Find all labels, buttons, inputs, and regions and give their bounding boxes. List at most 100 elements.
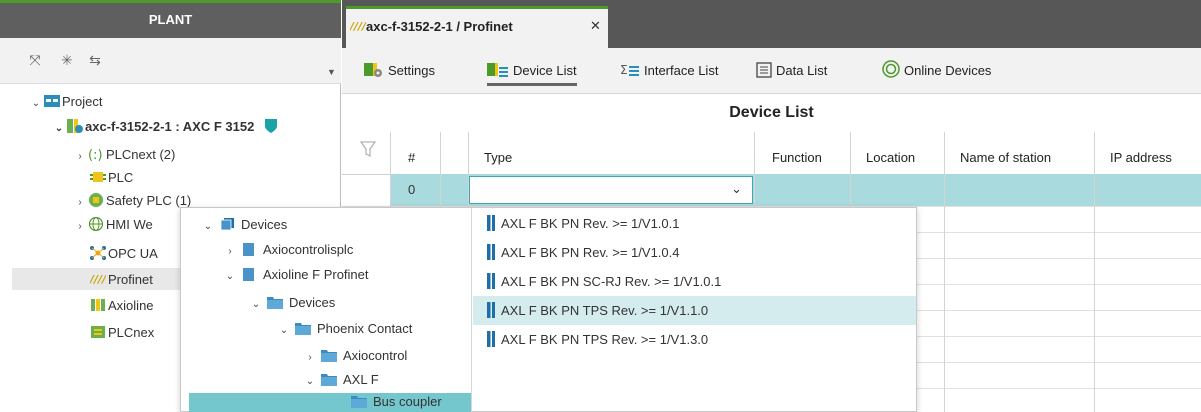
catalog-item-label: Devices — [289, 295, 336, 310]
tree-item-opc-ua[interactable]: OPC UA — [90, 243, 158, 264]
folder-icon — [267, 297, 283, 309]
filter-icon[interactable] — [360, 140, 376, 158]
profinet-icon: //// — [90, 273, 106, 286]
chevron-down-icon[interactable]: ⌄ — [249, 294, 263, 316]
device-list-button[interactable]: Device List — [487, 60, 577, 86]
plcnext-icon: (:) — [88, 148, 103, 161]
device-option-label: AXL F BK PN SC-RJ Rev. >= 1/V1.0.1 — [501, 274, 722, 289]
document-tabstrip: //// axc-f-3152-2-1 / Profinet ✕ — [342, 0, 1201, 48]
chevron-down-icon[interactable]: ⌄ — [53, 118, 65, 139]
device-option-label: AXL F BK PN Rev. >= 1/V1.0.1 — [501, 216, 680, 231]
catalog-item-axiocontrolisplc[interactable]: › Axiocontrolisplc — [223, 239, 353, 261]
chevron-right-icon[interactable]: › — [303, 347, 317, 369]
device-catalog-popup: ⌄ Devices › Axiocontrolisplc ⌄ Axioline F P… — [180, 207, 917, 412]
controller-icon — [67, 119, 83, 133]
bus-coupler-icon — [487, 215, 495, 231]
device-option[interactable]: AXL F BK PN Rev. >= 1/V1.0.1 — [487, 210, 679, 238]
data-list-label: Data List — [776, 63, 828, 78]
chevron-right-icon[interactable]: › — [74, 146, 86, 167]
device-icon — [243, 243, 254, 256]
chevron-down-icon[interactable]: ⌄ — [731, 181, 742, 197]
interface-list-label: Interface List — [644, 63, 719, 78]
catalog-item-axioline-f-profinet[interactable]: ⌄ Axioline F Profinet — [223, 264, 369, 286]
tree-item-label: HMI We — [106, 217, 153, 232]
close-icon[interactable]: ✕ — [590, 18, 601, 34]
column-header-type[interactable]: Type — [484, 150, 512, 165]
tree-item-controller[interactable]: ⌄ axc-f-3152-2-1 : AXC F 3152 — [53, 116, 278, 137]
tree-item-safety-plc[interactable]: › Safety PLC (1) — [74, 190, 191, 211]
column-header-number[interactable]: # — [408, 150, 415, 165]
editor-toolbar: Settings Device List Σ Interface List Dat… — [342, 48, 1201, 94]
online-devices-button[interactable]: Online Devices — [882, 60, 991, 86]
tree-item-plc[interactable]: PLC — [90, 167, 133, 188]
online-devices-icon — [882, 60, 900, 78]
tree-item-plcnext-2[interactable]: PLCnex — [90, 322, 154, 343]
chevron-down-icon[interactable]: ⌄ — [303, 371, 317, 393]
catalog-item-devices-sub[interactable]: ⌄ Devices — [249, 292, 335, 314]
device-option[interactable]: AXL F BK PN Rev. >= 1/V1.0.4 — [487, 239, 679, 267]
chevron-down-icon[interactable]: ▼ — [327, 68, 336, 77]
collapse-all-icon[interactable]: ✳ — [58, 52, 76, 68]
column-header-function[interactable]: Function — [772, 150, 822, 165]
chevron-down-icon[interactable]: ⌄ — [277, 320, 291, 342]
plant-toolbar: ⤧ ✳ ⇆ ▼ — [0, 38, 341, 84]
tree-item-label: Project — [62, 94, 103, 109]
safety-plc-icon — [89, 193, 103, 207]
chevron-down-icon[interactable]: ⌄ — [201, 216, 215, 238]
folder-icon — [351, 396, 367, 408]
device-option-selected[interactable]: AXL F BK PN TPS Rev. >= 1/V1.1.0 — [487, 297, 708, 325]
grid-title: Device List — [729, 104, 814, 121]
bus-coupler-icon — [487, 244, 495, 260]
data-list-button[interactable]: Data List — [756, 60, 827, 86]
axioline-icon — [91, 299, 105, 311]
tree-item-label: Axioline — [108, 298, 154, 313]
expand-all-icon[interactable]: ⤧ — [26, 52, 44, 68]
device-option[interactable]: AXL F BK PN TPS Rev. >= 1/V1.3.0 — [487, 326, 708, 354]
chevron-down-icon[interactable]: ⌄ — [30, 93, 42, 114]
folder-icon — [321, 374, 337, 386]
plcnext-module-icon — [91, 326, 105, 338]
type-dropdown[interactable]: ⌄ — [469, 176, 753, 204]
project-icon — [44, 95, 60, 107]
device-option-label: AXL F BK PN Rev. >= 1/V1.0.4 — [501, 245, 680, 260]
catalog-item-devices[interactable]: ⌄ Devices — [201, 214, 287, 236]
settings-icon — [364, 63, 382, 77]
chevron-right-icon[interactable]: › — [74, 192, 86, 213]
device-icon — [243, 268, 254, 281]
tree-item-project[interactable]: ⌄ Project — [30, 91, 103, 114]
svg-text:////: //// — [350, 20, 366, 33]
tree-item-label: Profinet — [108, 272, 153, 287]
catalog-item-bus-coupler[interactable]: Bus coupler — [351, 392, 442, 412]
column-header-name-of-station[interactable]: Name of station — [960, 150, 1051, 165]
tab-profinet[interactable]: //// axc-f-3152-2-1 / Profinet ✕ — [346, 6, 608, 48]
device-list-label: Device List — [513, 63, 577, 78]
column-header-location[interactable]: Location — [866, 150, 915, 165]
tree-item-hmi-web[interactable]: › HMI We — [74, 214, 153, 235]
popup-divider — [471, 208, 472, 412]
catalog-item-axl-f[interactable]: ⌄ AXL F — [303, 369, 379, 391]
device-option-label: AXL F BK PN TPS Rev. >= 1/V1.1.0 — [501, 303, 709, 318]
sync-arrows-icon[interactable]: ⇆ — [86, 52, 104, 68]
device-option[interactable]: AXL F BK PN SC-RJ Rev. >= 1/V1.0.1 — [487, 268, 721, 296]
online-devices-label: Online Devices — [904, 63, 992, 78]
plant-panel-title: PLANT — [0, 0, 341, 38]
folder-icon — [295, 323, 311, 335]
column-header-ip-address[interactable]: IP address — [1110, 150, 1172, 165]
tree-item-axioline[interactable]: Axioline — [90, 295, 154, 316]
catalog-item-label: Axiocontrol — [343, 348, 408, 363]
opc-ua-network-icon — [90, 246, 106, 260]
chevron-right-icon[interactable]: › — [74, 216, 86, 237]
svg-text:Σ: Σ — [620, 63, 628, 77]
tree-item-profinet[interactable]: ////Profinet — [90, 269, 153, 290]
interface-list-button[interactable]: Σ Interface List — [620, 60, 718, 86]
catalog-item-label: Bus coupler — [373, 394, 442, 409]
catalog-item-phoenix-contact[interactable]: ⌄ Phoenix Contact — [277, 318, 413, 342]
tree-item-plcnext[interactable]: › (:) PLCnext (2) — [74, 144, 175, 165]
svg-text:(:): (:) — [88, 148, 103, 161]
catalog-item-axiocontrol[interactable]: › Axiocontrol — [303, 345, 407, 367]
catalog-item-label: Phoenix Contact — [317, 321, 413, 336]
device-list-icon — [487, 63, 508, 77]
chevron-right-icon[interactable]: › — [223, 241, 237, 263]
settings-button[interactable]: Settings — [364, 60, 435, 86]
chevron-down-icon[interactable]: ⌄ — [223, 266, 237, 288]
